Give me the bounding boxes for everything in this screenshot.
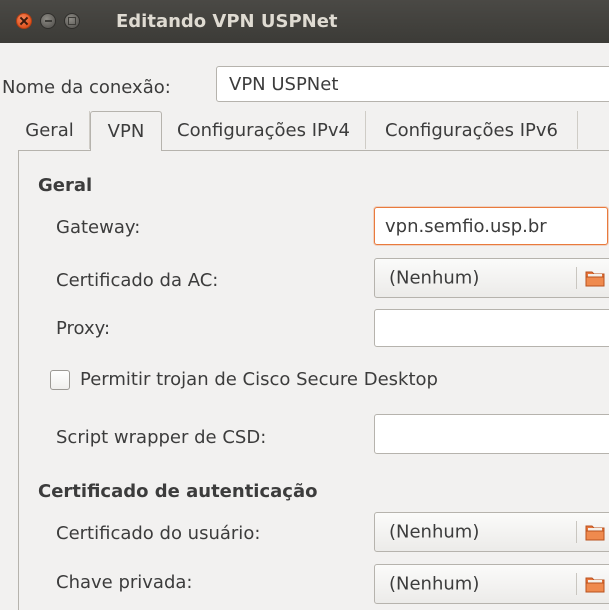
tab-ipv6[interactable]: Configurações IPv6	[366, 111, 578, 149]
general-heading: Geral	[38, 175, 93, 196]
csd-checkbox-label[interactable]: Permitir trojan de Cisco Secure Desktop	[80, 369, 438, 390]
window-title: Editando VPN USPNet	[116, 11, 338, 32]
tab-ipv4[interactable]: Configurações IPv4	[162, 111, 366, 149]
ca-cert-label: Certificado da AC:	[56, 270, 219, 291]
private-key-chooser[interactable]: (Nenhum)	[374, 564, 609, 604]
connection-name-label: Nome da conexão:	[2, 77, 171, 98]
csd-script-label: Script wrapper de CSD:	[56, 427, 267, 448]
window-titlebar[interactable]: Editando VPN USPNet	[0, 0, 609, 43]
user-cert-chooser[interactable]: (Nenhum)	[374, 512, 609, 552]
proxy-input[interactable]	[374, 309, 609, 347]
minimize-icon[interactable]	[40, 13, 56, 29]
separator	[576, 267, 577, 289]
maximize-icon[interactable]	[64, 13, 80, 29]
separator	[576, 521, 577, 543]
tab-geral[interactable]: Geral	[10, 111, 90, 149]
close-icon[interactable]	[16, 13, 32, 29]
separator	[576, 573, 577, 595]
private-key-label: Chave privada:	[56, 572, 193, 593]
csd-checkbox[interactable]	[50, 370, 70, 390]
proxy-label: Proxy:	[56, 318, 111, 339]
connection-name-input[interactable]: VPN USPNet	[216, 66, 609, 102]
auth-heading: Certificado de autenticação	[38, 481, 318, 502]
user-cert-value: (Nenhum)	[389, 521, 480, 543]
tab-bar: Geral VPN Configurações IPv4 Configuraçõ…	[10, 111, 609, 151]
ca-cert-value: (Nenhum)	[389, 267, 480, 289]
user-cert-label: Certificado do usuário:	[56, 523, 261, 544]
folder-icon	[585, 577, 605, 593]
gateway-label: Gateway:	[56, 217, 141, 238]
ca-cert-chooser[interactable]: (Nenhum)	[374, 258, 609, 298]
tab-vpn[interactable]: VPN	[90, 111, 162, 151]
csd-script-input[interactable]	[374, 414, 609, 454]
private-key-value: (Nenhum)	[389, 573, 480, 595]
folder-icon	[585, 525, 605, 541]
folder-icon	[585, 271, 605, 287]
gateway-input[interactable]: vpn.semfio.usp.br	[374, 207, 608, 245]
